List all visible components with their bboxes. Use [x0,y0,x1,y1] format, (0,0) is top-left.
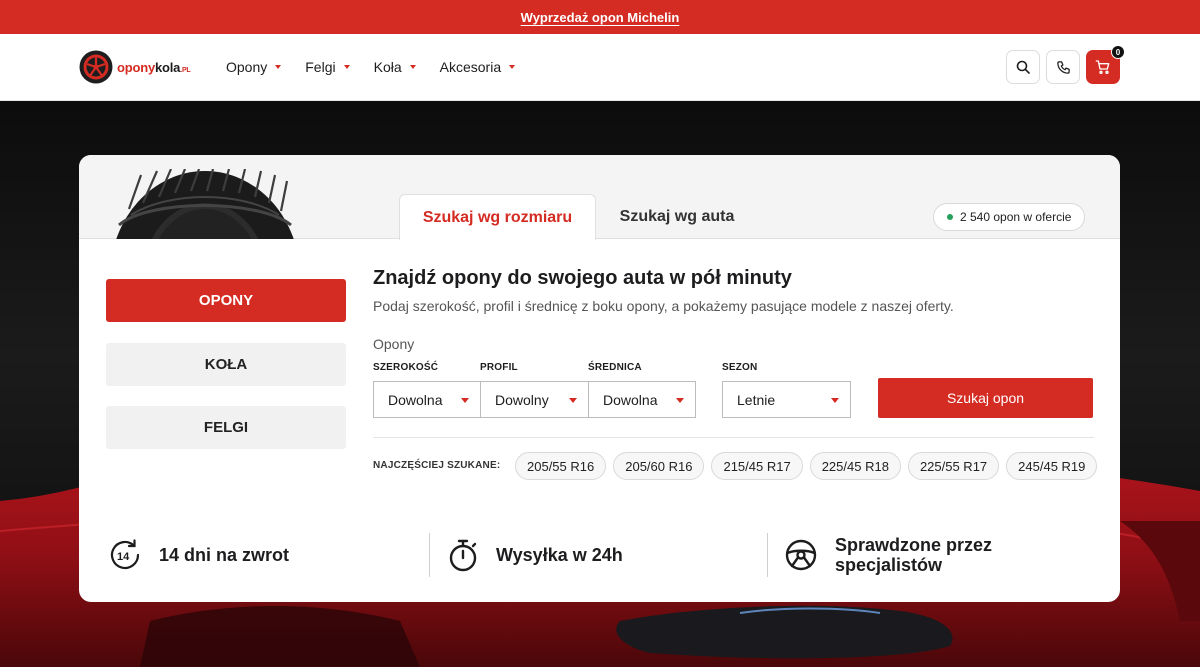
offer-count-text: 2 540 opon w ofercie [960,210,1072,224]
card-tab-bar: Szukaj wg rozmiaru Szukaj wg auta 2 540 … [79,155,1120,240]
width-label: SZEROKOŚĆ [373,362,439,373]
tab-search-by-size[interactable]: Szukaj wg rozmiaru [399,194,596,240]
form-title: Znajdź opony do swojego auta w pół minut… [373,267,792,289]
site-header: oponykola.PL Opony Felgi Koła Akcesoria [0,34,1200,101]
promo-link[interactable]: Wyprzedaż opon Michelin [521,10,680,25]
chevron-down-icon [409,65,416,69]
tab-label: Szukaj wg rozmiaru [422,208,573,226]
popular-size-chip[interactable]: 215/45 R17 [711,452,803,480]
steering-wheel-icon [785,539,817,571]
diameter-select-value: Dowolna [603,391,658,408]
status-dot-icon [947,214,953,220]
season-label: SEZON [722,362,758,373]
stopwatch-icon [449,539,477,572]
chevron-down-icon [676,398,684,403]
chevron-down-icon [509,65,516,69]
diameter-label: ŚREDNICA [588,362,642,373]
divider [373,437,1094,438]
width-select[interactable]: Dowolna [373,381,481,418]
tab-search-by-car[interactable]: Szukaj wg auta [602,194,752,240]
form-subtitle: Podaj szerokość, profil i średnicę z bok… [373,298,954,314]
tyre-image [116,169,294,239]
popular-size-chip[interactable]: 205/60 R16 [613,452,705,480]
logo-text-part-2: kola [155,59,181,75]
feature-separator [429,533,430,577]
cart-count-badge: 0 [1111,45,1125,59]
tab-label: Szukaj wg auta [619,208,735,225]
feature-text-line: Sprawdzone przez [835,535,993,555]
logo-text: oponykola.PL [117,60,191,75]
popular-size-chip[interactable]: 245/45 R19 [1006,452,1098,480]
chevron-down-icon [569,398,577,403]
diameter-select[interactable]: Dowolna [588,381,696,418]
chevron-down-icon [343,65,350,69]
feature-text-line: specjalistów [835,555,943,575]
logo[interactable]: oponykola.PL [79,50,191,84]
feature-experts: Sprawdzone przez specjalistów [784,533,992,577]
popular-size-chip[interactable]: 225/45 R18 [809,452,901,480]
search-tyres-button[interactable]: Szukaj opon [878,378,1093,418]
feature-shipping: Wysyłka w 24h [447,533,623,577]
nav-item-akcesoria[interactable]: Akcesoria [439,59,516,75]
popular-searches-label: NAJCZĘŚCIEJ SZUKANE: [373,460,501,471]
cart-icon [1095,60,1110,74]
search-card: Szukaj wg rozmiaru Szukaj wg auta 2 540 … [79,155,1120,602]
feature-text-line: Wysyłka w 24h [496,545,623,565]
chevron-down-icon [831,398,839,403]
chevron-down-icon [461,398,469,403]
feature-shipping-text: Wysyłka w 24h [496,545,623,565]
nav-item-label: Akcesoria [439,59,502,75]
nav-item-label: Koła [373,59,402,75]
popular-searches: 205/55 R16 205/60 R16 215/45 R17 225/45 … [515,452,1098,480]
season-select[interactable]: Letnie [722,381,851,418]
nav-item-felgi[interactable]: Felgi [305,59,350,75]
category-label: KOŁA [204,356,248,373]
feature-experts-text: Sprawdzone przez specjalistów [835,535,992,575]
svg-text:14: 14 [117,551,130,563]
width-select-value: Dowolna [388,391,443,408]
category-label: OPONY [198,292,254,309]
wheel-logo-icon [79,50,113,84]
phone-icon [1056,60,1070,74]
phone-button[interactable] [1046,50,1080,84]
offer-count-badge: 2 540 opon w ofercie [933,203,1086,231]
nav-item-kola[interactable]: Koła [374,59,416,75]
chevron-down-icon [275,65,282,69]
nav-item-opony[interactable]: Opony [226,59,282,75]
logo-text-part-1: opony [117,59,155,75]
main-nav: Opony Felgi Koła Akcesoria [226,34,539,100]
logo-text-part-3: .PL [180,66,191,74]
search-button[interactable] [1006,50,1040,84]
feature-text-line: 14 dni na zwrot [159,545,290,565]
feature-separator [767,533,768,577]
search-icon [1016,60,1030,74]
features-row: 14 14 dni na zwrot Wysyłka w 24h Sprawdz… [79,533,1120,577]
fourteen-days-return-icon: 14 [110,539,140,570]
season-select-value: Letnie [737,391,776,408]
category-opony-button[interactable]: OPONY [106,279,346,322]
category-felgi-button[interactable]: FELGI [106,406,346,449]
form-group-label: Opony [373,336,415,352]
popular-size-chip[interactable]: 225/55 R17 [907,452,1000,480]
category-label: FELGI [203,419,249,436]
promo-bar: Wyprzedaż opon Michelin [0,0,1200,34]
nav-item-label: Opony [226,59,268,75]
nav-item-label: Felgi [305,59,336,75]
profile-label: PROFIL [480,362,518,373]
profile-select-value: Dowolny [495,391,549,408]
feature-return: 14 14 dni na zwrot [107,533,289,577]
profile-select[interactable]: Dowolny [480,381,589,418]
feature-return-text: 14 dni na zwrot [159,545,289,565]
category-kola-button[interactable]: KOŁA [106,343,346,386]
popular-size-chip[interactable]: 205/55 R16 [515,452,607,480]
